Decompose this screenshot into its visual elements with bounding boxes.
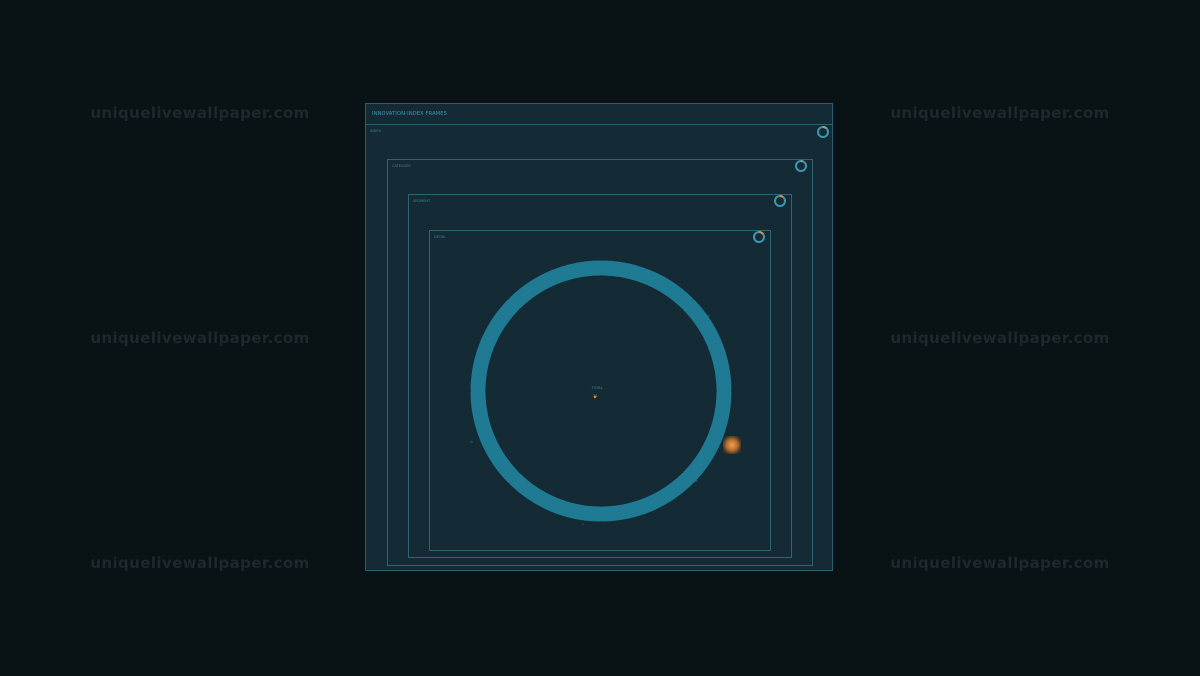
ring-tick-label: SE (694, 479, 698, 483)
watermark: uniquelivewallpaper.com (890, 329, 1110, 347)
innovation-index-panel: INNOVATION-INDEX FRAMES INDEX CATEGORY S… (365, 103, 833, 571)
accent-node[interactable] (723, 436, 741, 454)
ring-tick-label: W (470, 440, 473, 444)
watermark: uniquelivewallpaper.com (90, 554, 310, 572)
ring-segment[interactable] (682, 298, 732, 397)
ring-segment[interactable] (595, 472, 694, 522)
segmented-ring (470, 260, 732, 522)
watermark: uniquelivewallpaper.com (90, 104, 310, 122)
ring-segment[interactable] (470, 385, 520, 484)
watermark: uniquelivewallpaper.com (90, 329, 310, 347)
watermark: uniquelivewallpaper.com (890, 104, 1110, 122)
ring-segment[interactable] (508, 260, 607, 310)
ring-segment[interactable] (470, 298, 520, 397)
ring-center-value: 74 (592, 394, 598, 398)
ring-center-label: TOTAL (591, 386, 603, 390)
ring-segment[interactable] (595, 260, 694, 310)
ring-tick-label: S (582, 522, 584, 526)
ring-segment[interactable] (682, 385, 732, 484)
ring-segment[interactable] (508, 472, 607, 522)
watermark: uniquelivewallpaper.com (890, 554, 1110, 572)
ring-tick-label: NE (706, 314, 711, 318)
